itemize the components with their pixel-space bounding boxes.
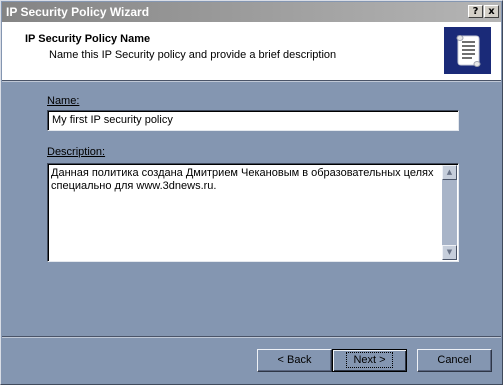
description-label: Description: (47, 146, 105, 158)
back-button[interactable]: < Back (257, 349, 332, 372)
scroll-up-icon[interactable]: ▲ (442, 165, 457, 180)
next-button-label: Next > (346, 352, 393, 368)
policy-name-input[interactable]: My first IP security policy (47, 110, 459, 131)
close-button[interactable]: x (484, 5, 499, 18)
description-scrollbar[interactable]: ▲ ▼ (442, 165, 457, 260)
description-label-text: Description: (47, 146, 106, 158)
next-button[interactable]: Next > (332, 349, 407, 372)
header-divider-highlight (2, 81, 501, 82)
footer-divider-highlight (2, 337, 501, 338)
wizard-window: IP Security Policy Wizard ? x IP Securit… (0, 0, 503, 385)
page-title: IP Security Policy Name (25, 33, 151, 45)
name-label-text: Name: (47, 95, 80, 107)
scroll-down-icon[interactable]: ▼ (442, 245, 457, 260)
page-subtitle: Name this IP Security policy and provide… (49, 49, 337, 61)
cancel-button[interactable]: Cancel (417, 349, 492, 372)
wizard-header: IP Security Policy Name Name this IP Sec… (2, 22, 501, 80)
description-text: Данная политика создана Дмитрием Чеканов… (51, 167, 434, 192)
help-button[interactable]: ? (468, 5, 483, 18)
scroll-document-icon (444, 27, 491, 74)
name-label: Name: (47, 95, 79, 107)
title-bar[interactable]: IP Security Policy Wizard ? x (2, 2, 501, 22)
back-button-label: < Back (277, 354, 312, 366)
window-title: IP Security Policy Wizard (6, 5, 150, 19)
cancel-button-label: Cancel (437, 354, 472, 366)
description-textarea[interactable]: Данная политика создана Дмитрием Чеканов… (47, 163, 459, 262)
